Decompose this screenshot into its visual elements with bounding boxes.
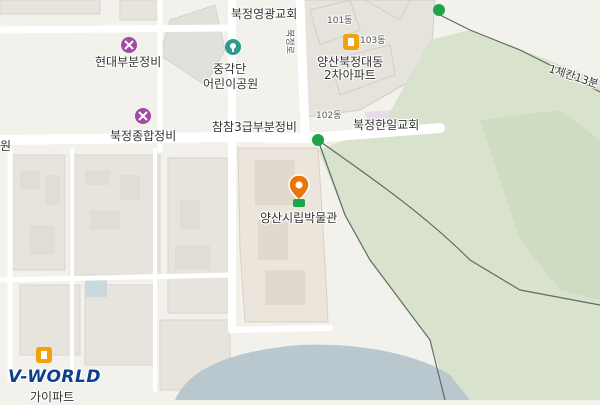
label-repair-2: 북정종합정비 (110, 129, 177, 143)
building-icon (348, 38, 354, 46)
label-park-line2: 어린이공원 (203, 77, 259, 91)
apartment-icon[interactable] (343, 34, 359, 50)
bus-stop-icon-1[interactable] (312, 134, 324, 146)
repair-shop-icon-2[interactable] (135, 108, 151, 124)
label-road-vertical: 북정로 (283, 29, 294, 54)
tree-icon (230, 43, 236, 52)
building-icon (41, 351, 47, 359)
label-bottom-left-partial: 가이파트 (30, 390, 75, 404)
bus-stop-icon-2[interactable] (433, 4, 445, 16)
wrench-icon (138, 111, 148, 121)
label-left-edge: 원 (0, 139, 12, 153)
label-apartment-line2: 2차아파트 (324, 68, 376, 82)
label-museum: 양산시립박물관 (260, 211, 338, 225)
label-repair-1: 현대부분정비 (95, 55, 162, 69)
vworld-logo: V-WORLD (8, 367, 101, 387)
label-church-top: 북정영광교회 (231, 7, 298, 21)
park-icon[interactable] (225, 39, 241, 55)
label-bldg-102: 102동 (316, 111, 342, 121)
wrench-icon (124, 40, 134, 50)
label-bldg-103: 103동 (360, 36, 386, 46)
repair-shop-icon-1[interactable] (121, 37, 137, 53)
apartment-icon-bottom[interactable] (36, 347, 52, 363)
museum-pin-icon[interactable] (287, 174, 311, 208)
label-repair-3: 참참3급부분정비 (212, 120, 297, 134)
label-church-right: 북정한일교회 (353, 118, 420, 132)
label-bldg-101: 101동 (327, 16, 353, 26)
